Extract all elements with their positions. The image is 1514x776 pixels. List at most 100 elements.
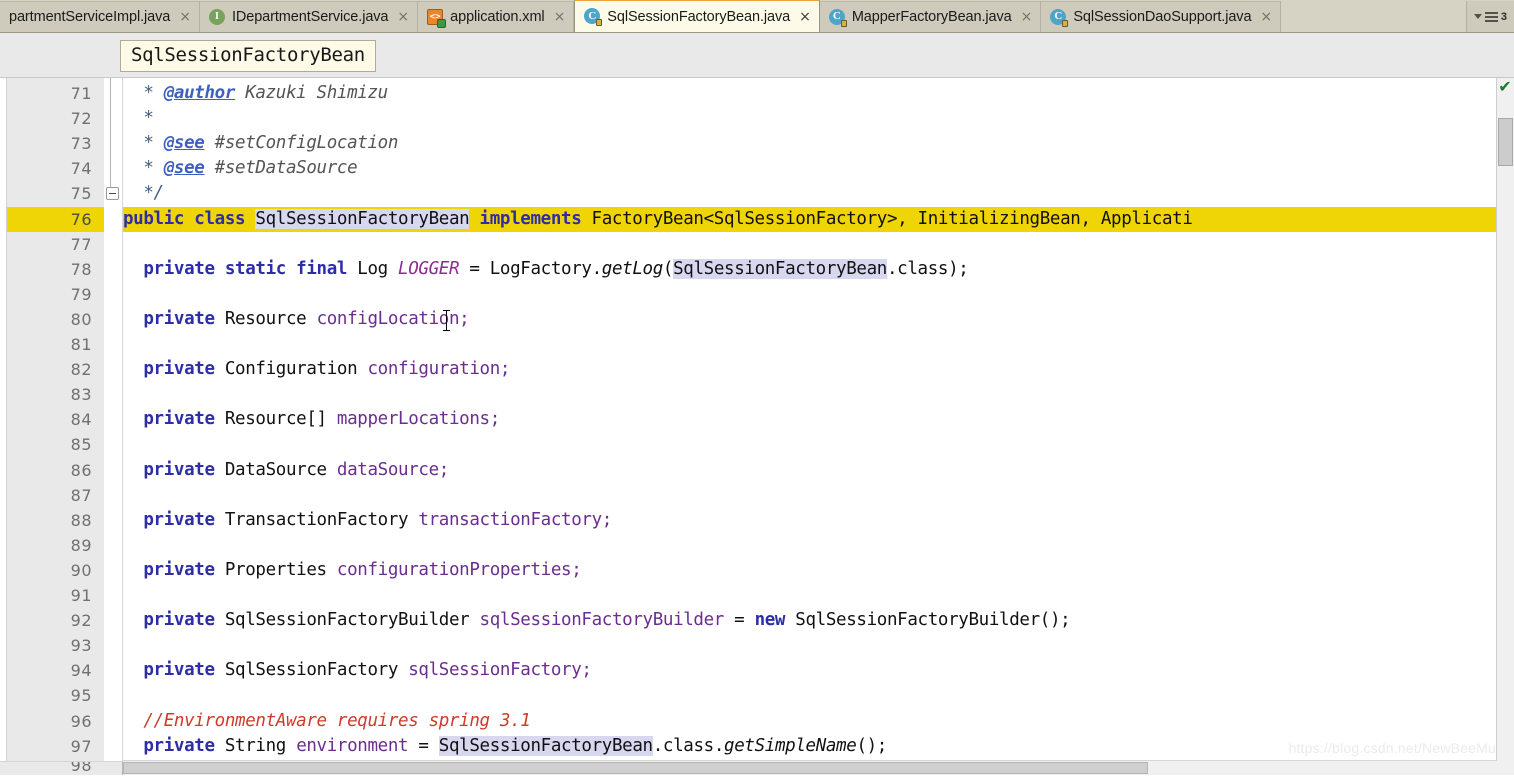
code-token: private — [143, 510, 225, 530]
code-token: @see — [164, 158, 205, 178]
code-token: private — [143, 660, 225, 680]
code-line[interactable] — [123, 533, 1514, 558]
code-token — [123, 460, 143, 480]
editor-tab-label: MapperFactoryBean.java — [852, 9, 1012, 25]
horizontal-scrollbar[interactable] — [123, 760, 1497, 775]
line-number: 81 — [0, 332, 92, 357]
fold-collapse-icon[interactable] — [106, 187, 119, 200]
close-icon[interactable]: × — [554, 10, 566, 24]
xml-file-icon: <> — [427, 9, 444, 26]
editor-tab-partmentserviceimpl-java[interactable]: CpartmentServiceImpl.java× — [0, 1, 200, 32]
code-line[interactable] — [123, 282, 1514, 307]
code-token: SqlSessionFactoryBean — [439, 736, 653, 756]
code-token: configurationProperties; — [337, 560, 581, 580]
editor-tab-sqlsessiondaosupport-java[interactable]: C SqlSessionDaoSupport.java × — [1041, 1, 1281, 32]
code-token — [123, 359, 143, 379]
editor-tab-mapperfactorybean-java[interactable]: CMapperFactoryBean.java× — [820, 1, 1042, 32]
editor-tab-bar: CpartmentServiceImpl.java×IIDepartmentSe… — [0, 0, 1514, 33]
code-line[interactable] — [123, 432, 1514, 457]
close-icon[interactable]: × — [1260, 10, 1272, 24]
code-editor[interactable]: 7172737475767778798081828384858687888990… — [0, 78, 1514, 775]
java-class-icon: C — [584, 8, 601, 25]
code-line[interactable]: //EnvironmentAware requires spring 3.1 — [123, 709, 1514, 734]
code-token: #setDataSource — [205, 158, 358, 178]
java-class-icon: C — [1050, 9, 1067, 26]
code-line[interactable]: private SqlSessionFactoryBuilder sqlSess… — [123, 608, 1514, 633]
code-token: String — [225, 736, 296, 756]
line-number: 84 — [0, 407, 92, 432]
code-line[interactable]: * @author Kazuki Shimizu — [123, 81, 1514, 106]
code-line[interactable]: private static final Log LOGGER = LogFac… — [123, 257, 1514, 282]
code-token: * — [123, 133, 164, 153]
code-line[interactable]: public class SqlSessionFactoryBean imple… — [123, 207, 1514, 232]
line-number: 95 — [0, 683, 92, 708]
code-token: @see — [164, 133, 205, 153]
line-number: 71 — [0, 81, 92, 106]
code-line[interactable]: private TransactionFactory transactionFa… — [123, 508, 1514, 533]
code-token: private — [143, 610, 225, 630]
code-token: SqlSessionFactoryBuilder — [225, 610, 480, 630]
line-number: 92 — [0, 608, 92, 633]
code-line[interactable]: private Resource[] mapperLocations; — [123, 407, 1514, 432]
code-line[interactable]: * — [123, 106, 1514, 131]
editor-tab-idepartmentservice-java[interactable]: IIDepartmentService.java× — [200, 1, 418, 32]
code-token: Log — [357, 259, 398, 279]
gutter-annotation-strip[interactable] — [0, 78, 7, 775]
close-icon[interactable]: × — [799, 10, 811, 24]
code-token: SqlSessionFactoryBean — [255, 209, 469, 229]
code-token: transactionFactory; — [418, 510, 612, 530]
code-line[interactable]: * @see #setConfigLocation — [123, 131, 1514, 156]
editor-tab-sqlsessionfactorybean-java[interactable]: CSqlSessionFactoryBean.java× — [574, 0, 820, 32]
code-line[interactable] — [123, 232, 1514, 257]
code-line[interactable]: private SqlSessionFactory sqlSessionFact… — [123, 658, 1514, 683]
close-icon[interactable]: × — [1021, 10, 1033, 24]
code-token: FactoryBean<SqlSessionFactory>, Initiali… — [581, 209, 1192, 229]
fold-range-line — [110, 78, 111, 187]
code-line[interactable]: * @see #setDataSource — [123, 156, 1514, 181]
line-number: 75 — [0, 181, 92, 206]
line-number: 97 — [0, 734, 92, 759]
code-token: = — [724, 610, 755, 630]
code-token: Configuration — [225, 359, 368, 379]
code-token: * — [123, 83, 164, 103]
tab-overflow-menu[interactable]: 3 — [1466, 1, 1514, 32]
editor-tab-label: IDepartmentService.java — [232, 9, 388, 25]
code-line[interactable] — [123, 683, 1514, 708]
line-number: 94 — [0, 658, 92, 683]
horizontal-scrollbar-thumb[interactable] — [123, 762, 1148, 774]
code-folding-strip[interactable] — [104, 78, 123, 775]
code-token: .class. — [653, 736, 724, 756]
line-number: 77 — [0, 232, 92, 257]
code-token: = LogFactory. — [459, 259, 602, 279]
editor-tab-application-xml[interactable]: <>application.xml× — [418, 1, 574, 32]
code-token — [123, 660, 143, 680]
line-number: 76 — [0, 207, 104, 232]
close-icon[interactable]: × — [179, 10, 191, 24]
code-token: DataSource — [225, 460, 337, 480]
java-class-glyph: C — [1050, 9, 1066, 25]
line-number: 91 — [0, 583, 92, 608]
code-token: private static final — [143, 259, 357, 279]
code-line[interactable]: private String environment = SqlSessionF… — [123, 734, 1514, 759]
code-line[interactable] — [123, 583, 1514, 608]
code-line[interactable]: private DataSource dataSource; — [123, 458, 1514, 483]
code-text-area[interactable]: * @author Kazuki Shimizu * * @see #setCo… — [123, 78, 1514, 775]
line-number: 90 — [0, 558, 92, 583]
close-icon[interactable]: × — [397, 10, 409, 24]
code-line[interactable] — [123, 483, 1514, 508]
code-line[interactable]: private Resource configLocation; — [123, 307, 1514, 332]
breadcrumb-item-class[interactable]: SqlSessionFactoryBean — [120, 40, 376, 72]
code-line[interactable] — [123, 382, 1514, 407]
editor-tab-label: SqlSessionDaoSupport.java — [1073, 9, 1251, 25]
code-token: SqlSessionFactory — [225, 660, 408, 680]
code-line[interactable] — [123, 332, 1514, 357]
overview-ruler[interactable] — [1496, 78, 1514, 775]
code-line[interactable]: */ — [123, 181, 1514, 206]
breadcrumb-bar: SqlSessionFactoryBean — [0, 33, 1514, 78]
code-line[interactable]: private Configuration configuration; — [123, 357, 1514, 382]
code-line[interactable] — [123, 633, 1514, 658]
text-caret — [446, 310, 447, 331]
vertical-scrollbar-thumb[interactable] — [1498, 118, 1513, 166]
code-line[interactable]: private Properties configurationProperti… — [123, 558, 1514, 583]
scrollbar-corner: 98 — [0, 761, 123, 775]
